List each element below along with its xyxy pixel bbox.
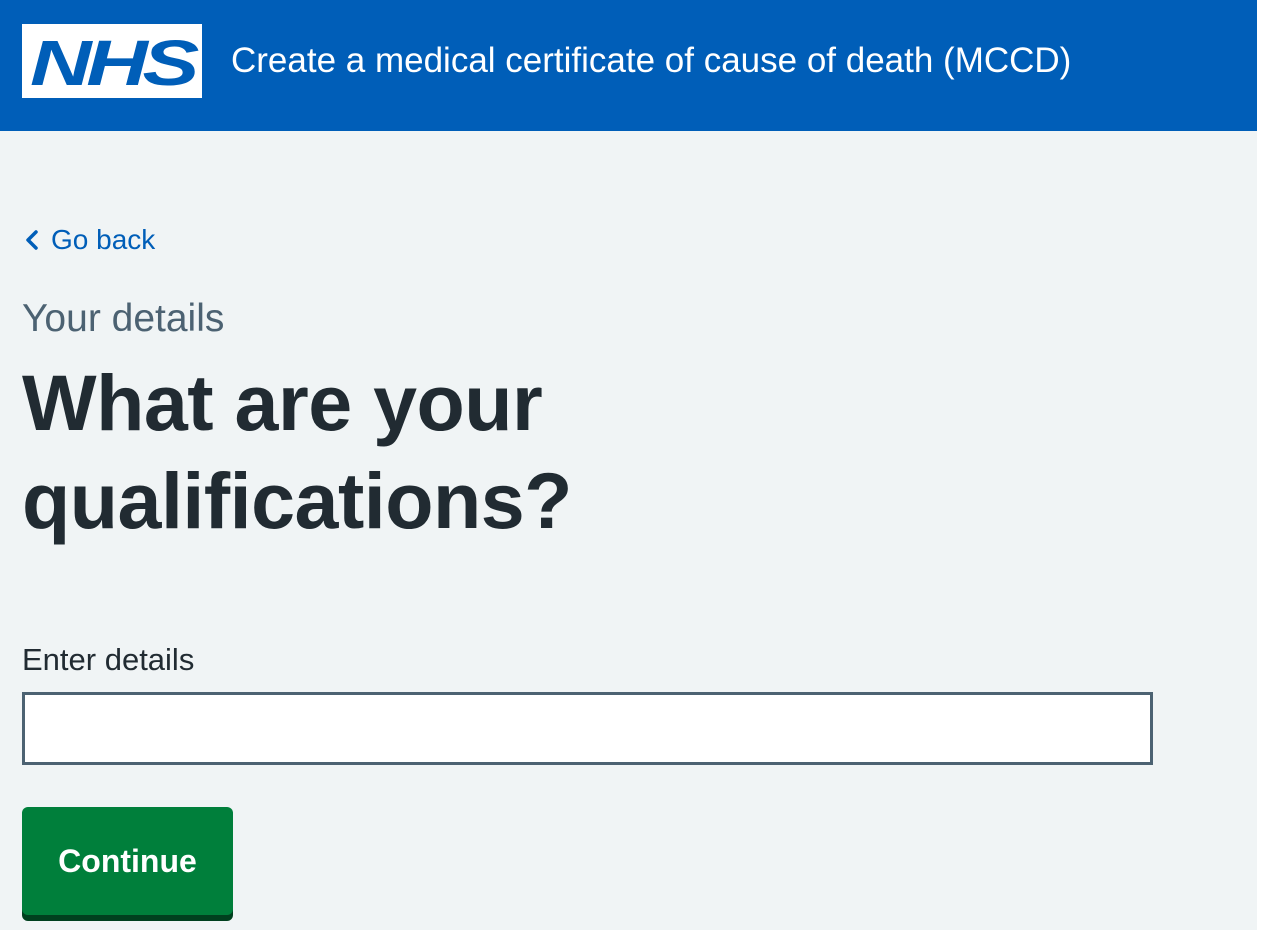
nhs-logo-text: NHS bbox=[30, 27, 200, 98]
details-input[interactable] bbox=[22, 692, 1153, 765]
page-title: What are your qualifications? bbox=[22, 358, 572, 545]
details-field-label: Enter details bbox=[22, 642, 195, 677]
go-back-link[interactable]: Go back bbox=[22, 222, 155, 258]
go-back-label: Go back bbox=[51, 224, 156, 255]
page-caption: Your details bbox=[22, 297, 225, 340]
service-name[interactable]: Create a medical certificate of cause of… bbox=[231, 38, 1071, 84]
chevron-left-icon bbox=[26, 230, 38, 250]
nhs-logo-mark: NHS bbox=[22, 24, 202, 98]
page: NHS Create a medical certificate of caus… bbox=[0, 0, 1257, 930]
continue-button[interactable]: Continue bbox=[22, 807, 233, 915]
site-header: NHS Create a medical certificate of caus… bbox=[0, 0, 1257, 131]
nhs-logo[interactable]: NHS bbox=[22, 24, 202, 98]
